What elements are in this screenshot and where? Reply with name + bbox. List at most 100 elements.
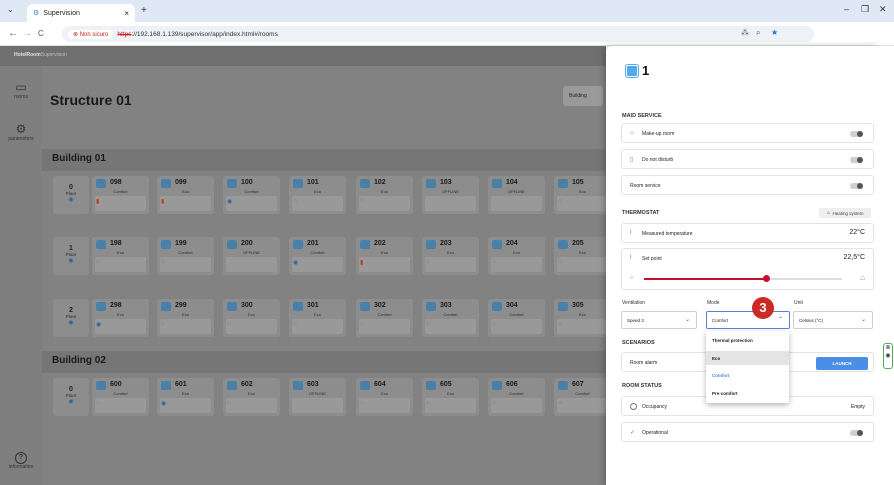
mode-option-thermal-protection[interactable]: Thermal protection: [706, 333, 789, 347]
room-mode: Eco: [248, 391, 255, 396]
mode-select[interactable]: Comfort ⌃: [706, 311, 790, 329]
room-card[interactable]: 105 Eco ⌂: [554, 176, 611, 214]
set-point-slider[interactable]: [644, 275, 842, 282]
makeup-room-toggle[interactable]: [850, 131, 863, 137]
maid-service-heading: MAID SERVICE: [622, 113, 662, 119]
room-status-icon: ◉: [96, 322, 102, 328]
room-card[interactable]: 603 OFFLINE ○: [289, 378, 346, 416]
room-square-icon: [96, 240, 106, 249]
window-close-button[interactable]: ✕: [879, 4, 887, 15]
room-status-heading: ROOM STATUS: [622, 383, 662, 389]
back-button[interactable]: ←: [8, 28, 18, 39]
room-card[interactable]: 098 Comfort ▮: [92, 176, 149, 214]
room-number: 100: [241, 179, 253, 186]
room-mode: Eco: [182, 189, 189, 194]
do-not-disturb-row: ▯ Do not disturb: [621, 149, 874, 169]
translate-icon[interactable]: ⁂: [741, 28, 749, 37]
set-point-value: 22,5°C: [843, 254, 865, 261]
information-button[interactable]: ? information: [6, 452, 36, 470]
ventilation-label: Ventilation: [622, 300, 646, 306]
room-number: 099: [175, 179, 187, 186]
room-card[interactable]: 299 Eco ⌂: [157, 299, 214, 337]
room-card[interactable]: 607 Comfort ⌂: [554, 378, 611, 416]
tab-close-button[interactable]: ×: [124, 9, 129, 18]
not-secure-badge[interactable]: ⊗ Non sicuro: [68, 29, 114, 39]
ventilation-value: Speed 3: [627, 318, 644, 323]
room-card[interactable]: 203 Eco ⌂: [422, 237, 479, 275]
room-mode: Comfort: [377, 312, 392, 317]
room-card[interactable]: 101 Eco ⌂: [289, 176, 346, 214]
room-card[interactable]: 600 Comfort ⌂: [92, 378, 149, 416]
room-card[interactable]: 300 Eco ⌂: [223, 299, 280, 337]
unit-select[interactable]: Celsius (°C) ⌄: [793, 311, 873, 329]
room-square-icon: [161, 179, 171, 188]
room-number: 105: [572, 179, 584, 186]
room-square-icon: [227, 302, 237, 311]
restore-button[interactable]: ❐: [861, 4, 869, 15]
room-card[interactable]: 100 Comfort ◉: [223, 176, 280, 214]
bookmark-star-icon[interactable]: ★: [771, 28, 778, 37]
room-status-bar: [491, 319, 542, 334]
operational-toggle[interactable]: [850, 430, 863, 436]
room-card[interactable]: 601 Eco ◉: [157, 378, 214, 416]
sidebar-item-rooms[interactable]: ▭ rooms: [0, 80, 42, 100]
room-card[interactable]: 102 Eco ⌂: [356, 176, 413, 214]
mode-option-eco[interactable]: Eco: [706, 351, 789, 365]
room-card[interactable]: 204 Eco ⌂: [488, 237, 545, 275]
room-card[interactable]: 099 Eco ▮: [157, 176, 214, 214]
room-mode: Comfort: [509, 391, 524, 396]
room-card[interactable]: 304 Comfort ⌂: [488, 299, 545, 337]
room-status-icon: ○: [492, 198, 496, 204]
url-field[interactable]: ⊗ Non sicuro https://192.168.1.139/super…: [62, 26, 814, 42]
room-card[interactable]: 201 Comfort ◉: [289, 237, 346, 275]
launch-button[interactable]: LAUNCH: [816, 357, 868, 370]
building-select-button[interactable]: Building: [563, 86, 603, 106]
gear-icon: ⚙: [33, 10, 40, 17]
mode-option-pre-comfort[interactable]: Pre-comfort: [706, 386, 789, 400]
room-card[interactable]: 303 Comfort ⌂: [422, 299, 479, 337]
room-card[interactable]: 104 OFFLINE ○: [488, 176, 545, 214]
forward-button[interactable]: →: [22, 28, 32, 39]
sidebar-item-label: rooms: [14, 94, 28, 100]
mode-option-comfort[interactable]: Comfort: [706, 368, 789, 382]
slider-knob[interactable]: [763, 275, 771, 282]
floor-status-icon: ◉: [68, 258, 74, 264]
zoom-icon[interactable]: ⌕: [756, 28, 760, 38]
tab-search-icon[interactable]: ⌄: [7, 5, 14, 14]
room-status-bar: [95, 319, 146, 334]
room-status-icon: ⌂: [227, 321, 231, 327]
room-card[interactable]: 302 Comfort ⌂: [356, 299, 413, 337]
browser-tab[interactable]: ⚙ Supervision ×: [27, 4, 135, 22]
room-number: 098: [110, 179, 122, 186]
room-card[interactable]: 200 OFFLINE ○: [223, 237, 280, 275]
room-card[interactable]: 298 Eco ◉: [92, 299, 149, 337]
room-number: 200: [241, 240, 253, 247]
new-tab-button[interactable]: +: [141, 5, 147, 16]
room-card[interactable]: 198 Eco ⌂: [92, 237, 149, 275]
do-not-disturb-toggle[interactable]: [850, 157, 863, 163]
room-status-bar: [425, 257, 476, 272]
room-square-icon: [293, 240, 303, 249]
room-card[interactable]: 199 Comfort ⌂: [157, 237, 214, 275]
room-card[interactable]: 202 Eco ▮: [356, 237, 413, 275]
room-card[interactable]: 602 Eco ⌂: [223, 378, 280, 416]
room-status-bar: [160, 196, 211, 211]
room-card[interactable]: 604 Eco ⌂: [356, 378, 413, 416]
room-card[interactable]: 103 OFFLINE ○: [422, 176, 479, 214]
measured-temperature-label: Measured temperature: [642, 231, 693, 237]
scenarios-heading: SCENARIOS: [622, 340, 655, 346]
sidebar-item-parameters[interactable]: ⚙ parameters: [0, 122, 42, 142]
reload-button[interactable]: C: [38, 29, 44, 38]
room-card[interactable]: 606 Comfort ⌂: [488, 378, 545, 416]
room-card[interactable]: 205 Eco ⌂: [554, 237, 611, 275]
minimize-button[interactable]: –: [844, 4, 849, 14]
room-card[interactable]: 305 Eco ⌂: [554, 299, 611, 337]
room-card[interactable]: 301 Eco ⌂: [289, 299, 346, 337]
extension-icon[interactable]: ⊗ ◉: [883, 343, 893, 369]
room-service-toggle[interactable]: [850, 183, 863, 189]
room-card[interactable]: 605 Eco ⌂: [422, 378, 479, 416]
ventilation-select[interactable]: Speed 3 ⌄: [621, 311, 697, 329]
room-square-icon: [227, 381, 237, 390]
room-square-icon: [293, 302, 303, 311]
bed-icon: ▭: [15, 80, 27, 94]
